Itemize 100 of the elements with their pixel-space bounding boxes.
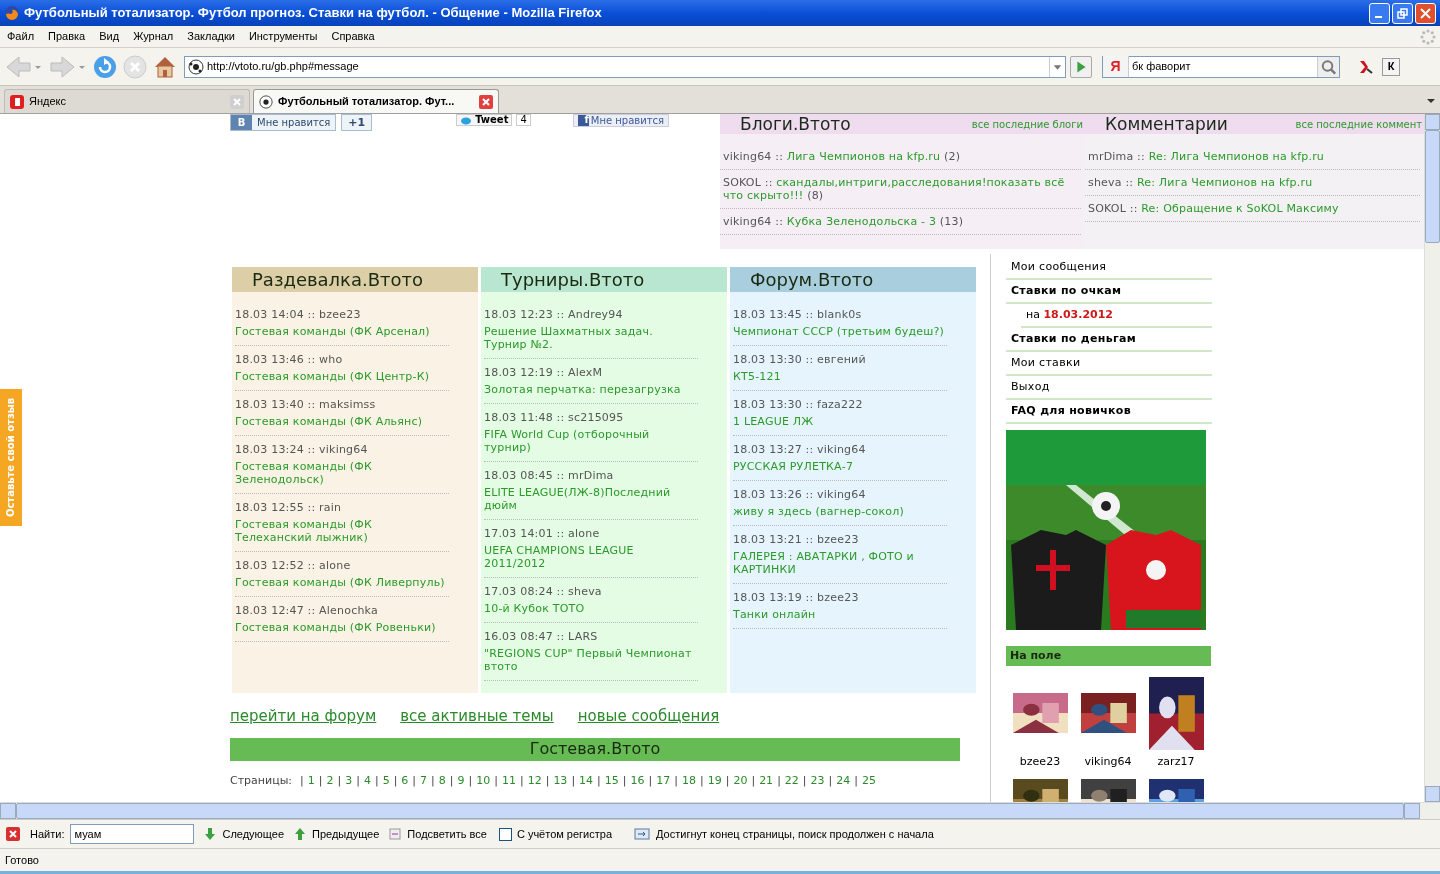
menu-item[interactable]: Справка xyxy=(324,28,382,45)
menu-item[interactable]: Вид xyxy=(92,28,127,45)
page-link[interactable]: 7 xyxy=(420,772,428,789)
menu-item[interactable]: Правка xyxy=(41,28,93,45)
horizontal-scrollbar[interactable] xyxy=(0,802,1440,819)
topic-link[interactable]: Танки онлайн xyxy=(733,608,947,621)
match-case-label[interactable]: С учётом регистра xyxy=(516,825,613,843)
close-tab-icon[interactable] xyxy=(479,94,493,109)
like-button[interactable]: В Мне нравится xyxy=(230,114,337,131)
tweet-button[interactable]: Tweet xyxy=(456,114,513,126)
page-link[interactable]: 12 xyxy=(527,772,542,789)
search-icon[interactable] xyxy=(1317,56,1339,77)
page-link[interactable]: 14 xyxy=(579,772,594,789)
go-icon[interactable] xyxy=(1070,55,1092,78)
vertical-scrollbar[interactable] xyxy=(1424,114,1440,802)
kav-button[interactable]: К xyxy=(1382,57,1400,76)
topic-link[interactable]: живу я здесь (вагнер-сокол) xyxy=(733,505,947,518)
topic-link[interactable]: Гостевая команды (ФК Центр-К) xyxy=(235,370,449,383)
highlight-all-button[interactable]: Подсветить все xyxy=(407,825,487,843)
menu-item[interactable]: Закладки xyxy=(180,28,242,45)
user-name[interactable]: zarz17 xyxy=(1157,754,1195,771)
page-link[interactable]: 6 xyxy=(401,772,409,789)
topic-link[interactable]: Золотая перчатка: перезагрузка xyxy=(484,383,698,396)
sidebar-menu-item[interactable]: Мои ставки xyxy=(1006,352,1212,376)
topic-link[interactable]: КТ5-121 xyxy=(733,370,947,383)
topic-link[interactable]: Гостевая команды (ФК Телеханский лыжник) xyxy=(235,518,449,544)
post-meta: 18.03 13:30 :: faza222 xyxy=(733,398,864,411)
close-button[interactable] xyxy=(1415,2,1436,24)
facebook-like-button[interactable]: f Мне нравится xyxy=(572,114,670,127)
minimize-button[interactable] xyxy=(1369,2,1390,24)
sidebar-menu-item[interactable]: FAQ для новичков xyxy=(1006,400,1212,424)
browser-tab[interactable]: Яндекс xyxy=(4,89,250,113)
topic-link[interactable]: Гостевая команды (ФК Альянс) xyxy=(235,415,449,428)
page-link[interactable]: 3 xyxy=(345,772,353,789)
sidebar-menu-item[interactable]: Мои сообщения xyxy=(1006,256,1212,280)
panel-link[interactable]: все последние коммент xyxy=(1295,116,1422,132)
page-link[interactable]: 24 xyxy=(836,772,851,789)
page-link[interactable]: 25 xyxy=(862,772,876,789)
topic-link[interactable]: ELITE LEAGUE(ЛЖ-8)Последний дюйм xyxy=(484,486,698,512)
close-icon[interactable] xyxy=(6,827,20,841)
topic-link[interactable]: Гостевая команды (ФК Ливерпуль) xyxy=(235,576,449,589)
find-previous-button[interactable]: Предыдущее xyxy=(312,825,380,843)
page-link[interactable]: 1 xyxy=(307,772,315,789)
page-link[interactable]: 13 xyxy=(553,772,568,789)
page-link[interactable]: 8 xyxy=(438,772,446,789)
topic-link[interactable]: FIFA World Cup (отборочный турнир) xyxy=(484,428,698,454)
page-link[interactable]: 2 xyxy=(326,772,334,789)
topic-link[interactable]: Гостевая команды (ФК Зеленодольск) xyxy=(235,460,449,486)
page-link[interactable]: 23 xyxy=(810,772,825,789)
topic-link[interactable]: ГАЛЕРЕЯ : АВАТАРКИ , ФОТО и КАРТИНКИ xyxy=(733,550,947,576)
topic-link[interactable]: РУССКАЯ РУЛЕТКА-7 xyxy=(733,460,947,473)
menu-item[interactable]: Журнал xyxy=(126,28,181,45)
panel-entry: sheva :: Re: Лига Чемпионов на kfp.ru xyxy=(1085,170,1420,196)
sidebar-menu-item[interactable]: Ставки по очкам xyxy=(1006,280,1212,304)
match-case-checkbox[interactable] xyxy=(498,827,512,841)
user-name[interactable]: viking64 xyxy=(1084,754,1132,771)
topic-link[interactable]: Гостевая команды (ФК Ровеньки) xyxy=(235,621,449,634)
find-next-button[interactable]: Следующее xyxy=(222,825,285,843)
page-link[interactable]: 15 xyxy=(604,772,619,789)
topic-link[interactable]: UEFA CHAMPIONS LEAGUE 2011/2012 xyxy=(484,544,698,570)
search-field[interactable]: Я бк фаворит xyxy=(1102,55,1340,78)
user-name[interactable]: bzee23 xyxy=(1019,754,1061,771)
page-link[interactable]: 9 xyxy=(457,772,465,789)
post-meta: 18.03 13:26 :: viking64 xyxy=(733,488,867,501)
find-field[interactable]: муам xyxy=(70,824,195,844)
forum-link[interactable]: новые сообщения xyxy=(577,705,720,728)
forum-link[interactable]: все активные темы xyxy=(400,705,554,728)
find-label: Найти: xyxy=(30,826,65,842)
page-link[interactable]: 10 xyxy=(476,772,491,789)
page-link[interactable]: 18 xyxy=(681,772,696,789)
topic-link[interactable]: Решение Шахматных задач. Турнир №2. xyxy=(484,325,698,351)
browser-tab[interactable]: Футбольный тотализатор. Фут... xyxy=(253,89,499,113)
page-link[interactable]: 4 xyxy=(363,772,371,789)
post-meta: 18.03 12:55 :: rain xyxy=(235,501,343,514)
reload-icon[interactable] xyxy=(92,53,118,80)
page-link[interactable]: 21 xyxy=(759,772,774,789)
restore-button[interactable] xyxy=(1392,2,1413,24)
date-item[interactable]: на 18.03.2012 xyxy=(1021,304,1212,328)
sidebar-menu-item[interactable]: Выход xyxy=(1006,376,1212,400)
page-link[interactable]: 17 xyxy=(656,772,671,789)
page-link[interactable]: 19 xyxy=(707,772,722,789)
page-link[interactable]: 20 xyxy=(733,772,748,789)
page-link[interactable]: 16 xyxy=(630,772,645,789)
address-field[interactable]: http://vtoto.ru/gb.php#message xyxy=(184,55,1066,78)
forum-link[interactable]: перейти на форум xyxy=(230,705,377,728)
post-meta: 18.03 12:47 :: Alenochka xyxy=(235,604,379,617)
topic-link[interactable]: "REGIONS CUP" Первый Чемпионат втото xyxy=(484,647,698,673)
menu-item[interactable]: Инструменты xyxy=(241,28,325,45)
page-link[interactable]: 5 xyxy=(382,772,390,789)
page-separator: | xyxy=(597,772,601,789)
page-link[interactable]: 22 xyxy=(784,772,799,789)
panel-link[interactable]: все последние блоги xyxy=(971,116,1083,132)
menu-item[interactable]: Файл xyxy=(0,28,42,45)
page-link[interactable]: 11 xyxy=(501,772,516,789)
topic-link[interactable]: Гостевая команды (ФК Арсенал) xyxy=(235,325,449,338)
search-engine-logo[interactable]: Я xyxy=(1103,56,1129,77)
topic-link[interactable]: 10-й Кубок ТОТО xyxy=(484,602,698,615)
topic-link[interactable]: 1 LEAGUE ЛЖ xyxy=(733,415,947,428)
sidebar-menu-item[interactable]: Ставки по деньгам xyxy=(1006,328,1212,352)
topic-link[interactable]: Чемпионат СССР (третьим будеш?) xyxy=(733,325,947,338)
